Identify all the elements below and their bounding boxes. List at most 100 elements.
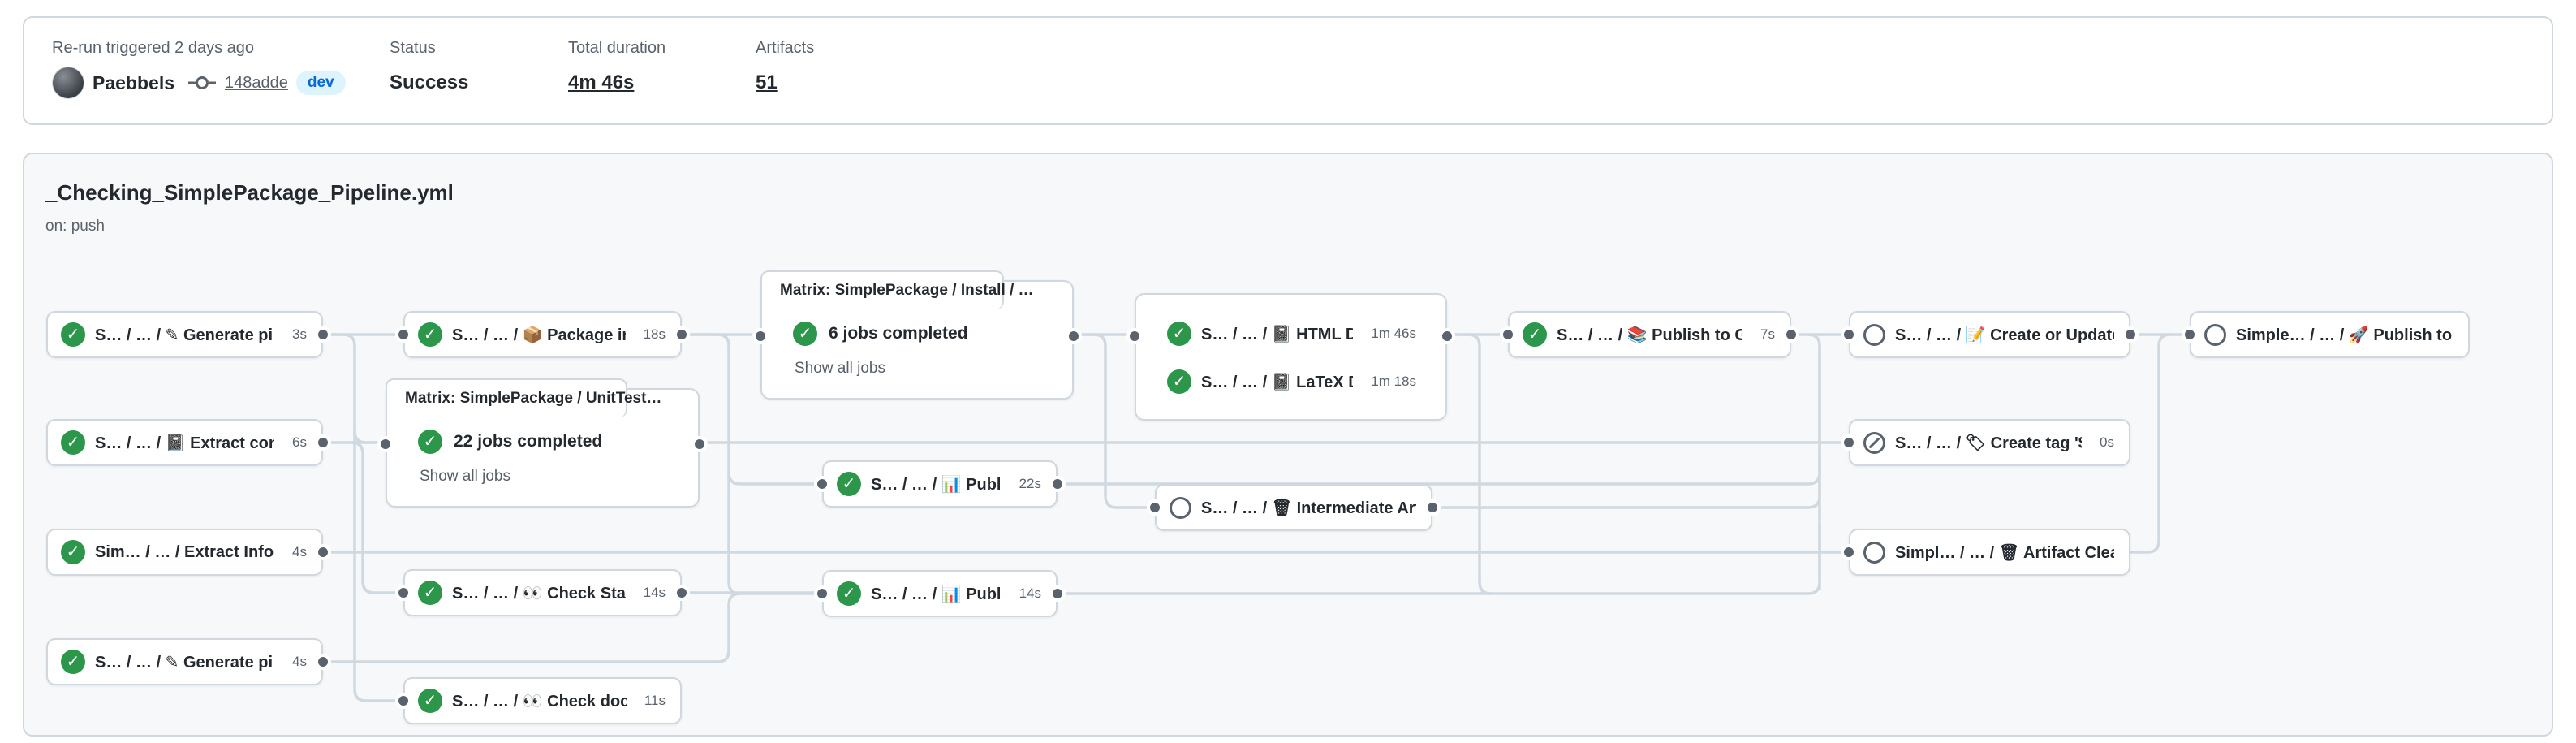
commit-sha-link[interactable]: 148adde <box>225 74 288 93</box>
job-duration: 0s <box>2091 434 2114 451</box>
job-node-n5[interactable]: ✓S… / … / 📦 Package in Sou…18s <box>403 311 682 358</box>
success-status-icon: ✓ <box>61 650 85 674</box>
edge-out-dot <box>315 544 331 560</box>
neutral-status-icon <box>1863 324 1885 346</box>
job-duration: 1m 18s <box>1363 374 1416 390</box>
job-node-n10[interactable]: S… / … / 🗑 Intermediate Artifa… <box>1155 484 1432 531</box>
job-label: S… / … / 📊 Publish Code C… <box>871 474 1002 495</box>
job-label: S… / … / 📝 Create or Update R… <box>1895 325 2114 345</box>
edge-in-dot <box>1147 499 1163 516</box>
workflow-file-title: _Checking_SimplePackage_Pipeline.yml <box>45 180 454 205</box>
doc-group-box: ✓ S… / … / 📓 HTML Docu… 1m 46s ✓S… / … / 📓 … <box>1135 293 1447 421</box>
edge-in-dot <box>1841 326 1857 343</box>
job-node-n11[interactable]: ✓S… / … / 📚 Publish to GH-P…7s <box>1508 311 1791 358</box>
job-duration: 1m 46s <box>1363 326 1416 342</box>
success-status-icon: ✓ <box>1167 322 1191 346</box>
job-node-n15[interactable]: Simple… / … / 🚀 Publish to PyPI <box>2190 311 2470 358</box>
matrix-summary[interactable]: ✓ 22 jobs completed <box>418 430 602 454</box>
job-node-n14[interactable]: Simpl… / … / 🗑 Artifact Cleanup <box>1849 529 2130 576</box>
rerun-trigger-text: Re-run triggered 2 days ago <box>52 39 254 58</box>
job-duration: 14s <box>1011 585 1041 602</box>
success-status-icon: ✓ <box>61 430 85 455</box>
skipped-status-icon <box>1863 432 1885 454</box>
success-status-icon: ✓ <box>418 581 442 605</box>
matrix-group-title-g2: Matrix: SimplePackage / Install / … <box>760 270 1004 309</box>
edge-out-dot <box>1049 476 1066 492</box>
edge-out-dot <box>1066 328 1082 344</box>
edge-out-dot <box>2122 326 2139 343</box>
success-status-icon: ✓ <box>61 540 85 564</box>
job-node-n12[interactable]: S… / … / 📝 Create or Update R… <box>1849 311 2130 358</box>
branch-badge[interactable]: dev <box>296 71 346 95</box>
success-status-icon: ✓ <box>418 689 442 713</box>
matrix-summary-text: 6 jobs completed <box>829 324 968 343</box>
edge-out-dot <box>1424 499 1441 516</box>
show-all-jobs-link[interactable]: Show all jobs <box>420 468 510 486</box>
matrix-title-text: Matrix: SimplePackage / Install / … <box>780 282 1034 300</box>
edge-in-dot <box>395 693 411 709</box>
status-label: Status <box>390 39 436 58</box>
job-duration: 4s <box>284 544 307 560</box>
edge-out-dot <box>315 326 331 343</box>
success-status-icon: ✓ <box>793 322 817 346</box>
job-duration: 7s <box>1752 326 1775 343</box>
job-node-n7[interactable]: ✓ S… / … / 👀 Check docume… 11s <box>403 677 682 724</box>
edge-in-dot <box>1500 326 1516 343</box>
status-value: Success <box>390 71 468 94</box>
job-duration: 11s <box>636 693 666 709</box>
matrix-summary[interactable]: ✓ 6 jobs completed <box>793 322 968 346</box>
avatar[interactable] <box>52 67 84 99</box>
job-duration: 14s <box>635 585 666 601</box>
success-status-icon: ✓ <box>1523 322 1547 347</box>
job-node-n9[interactable]: ✓ S… / … / 📊 Publish Test Re… 14s <box>822 570 1058 617</box>
neutral-status-icon <box>1863 542 1885 564</box>
job-duration: 22s <box>1011 476 1041 492</box>
job-label: S… / … / 📓 HTML Docu… <box>1201 324 1353 344</box>
edge-in-dot <box>377 436 394 452</box>
edge-out-dot <box>674 585 690 601</box>
neutral-status-icon <box>1170 497 1191 519</box>
duration-value[interactable]: 4m 46s <box>568 71 634 94</box>
job-label: S… / … / 🏷 Create tag '${{ in… <box>1895 433 2082 453</box>
job-label: S… / … / 👀 Check Static Ty… <box>452 583 626 603</box>
edge-in-dot <box>752 328 769 344</box>
success-status-icon: ✓ <box>837 581 861 606</box>
job-node-n2[interactable]: ✓ S… / … / 📓 Extract configur… 6s <box>46 419 323 466</box>
workflow-trigger: on: push <box>45 218 105 235</box>
run-header-card: Re-run triggered 2 days ago Paebbels 148… <box>23 16 2553 125</box>
edge-in-dot <box>814 585 830 602</box>
job-node-n8[interactable]: ✓ S… / … / 📊 Publish Code C… 22s <box>822 460 1058 508</box>
job-duration: 6s <box>284 434 307 451</box>
edge-out-dot <box>1783 326 1799 343</box>
edge-out-dot <box>691 436 708 452</box>
job-label: S… / … / 📓 Extract configur… <box>95 433 274 453</box>
job-node-n13[interactable]: S… / … / 🏷 Create tag '${{ in… 0s <box>1849 419 2130 466</box>
job-node-n3[interactable]: ✓Sim… / … / Extract Information4s <box>46 529 323 576</box>
commit-icon <box>187 73 217 93</box>
job-node-n6[interactable]: ✓ S… / … / 👀 Check Static Ty… 14s <box>403 569 682 616</box>
job-label: S… / … / 📊 Publish Test Re… <box>871 584 1002 604</box>
actor-name[interactable]: Paebbels <box>93 72 174 94</box>
job-label: S… / … / 📦 Package in Sou… <box>452 325 626 345</box>
success-status-icon: ✓ <box>418 430 442 454</box>
success-status-icon: ✓ <box>837 472 861 496</box>
duration-label: Total duration <box>568 39 666 58</box>
job-label: Simple… / … / 🚀 Publish to PyPI <box>2236 325 2453 345</box>
matrix-summary-text: 22 jobs completed <box>454 432 602 451</box>
edge-out-dot <box>1439 328 1455 344</box>
artifacts-count-link[interactable]: 51 <box>756 71 778 94</box>
edge-out-dot <box>315 434 331 451</box>
edge-in-dot <box>395 585 411 601</box>
job-node-n4[interactable]: ✓S… / … / ✎ Generate pipelin…4s <box>46 638 323 685</box>
job-node-n1[interactable]: ✓S… / … / ✎ Generate pipelin…3s <box>46 311 323 358</box>
job-duration: 18s <box>635 326 666 343</box>
job-duration: 4s <box>284 654 307 670</box>
job-label: S… / … / 👀 Check docume… <box>452 691 627 711</box>
edge-out-dot <box>674 326 690 343</box>
job-label: Simpl… / … / 🗑 Artifact Cleanup <box>1895 542 2114 563</box>
doc-job-row[interactable]: ✓ S… / … / 📓 HTML Docu… 1m 46s <box>1167 322 1416 346</box>
show-all-jobs-link[interactable]: Show all jobs <box>795 360 885 378</box>
doc-job-row[interactable]: ✓S… / … / 📓 LaTeX Docu…1m 18s <box>1167 369 1416 394</box>
edge-in-dot <box>814 476 830 492</box>
edge-in-dot <box>2182 326 2198 343</box>
